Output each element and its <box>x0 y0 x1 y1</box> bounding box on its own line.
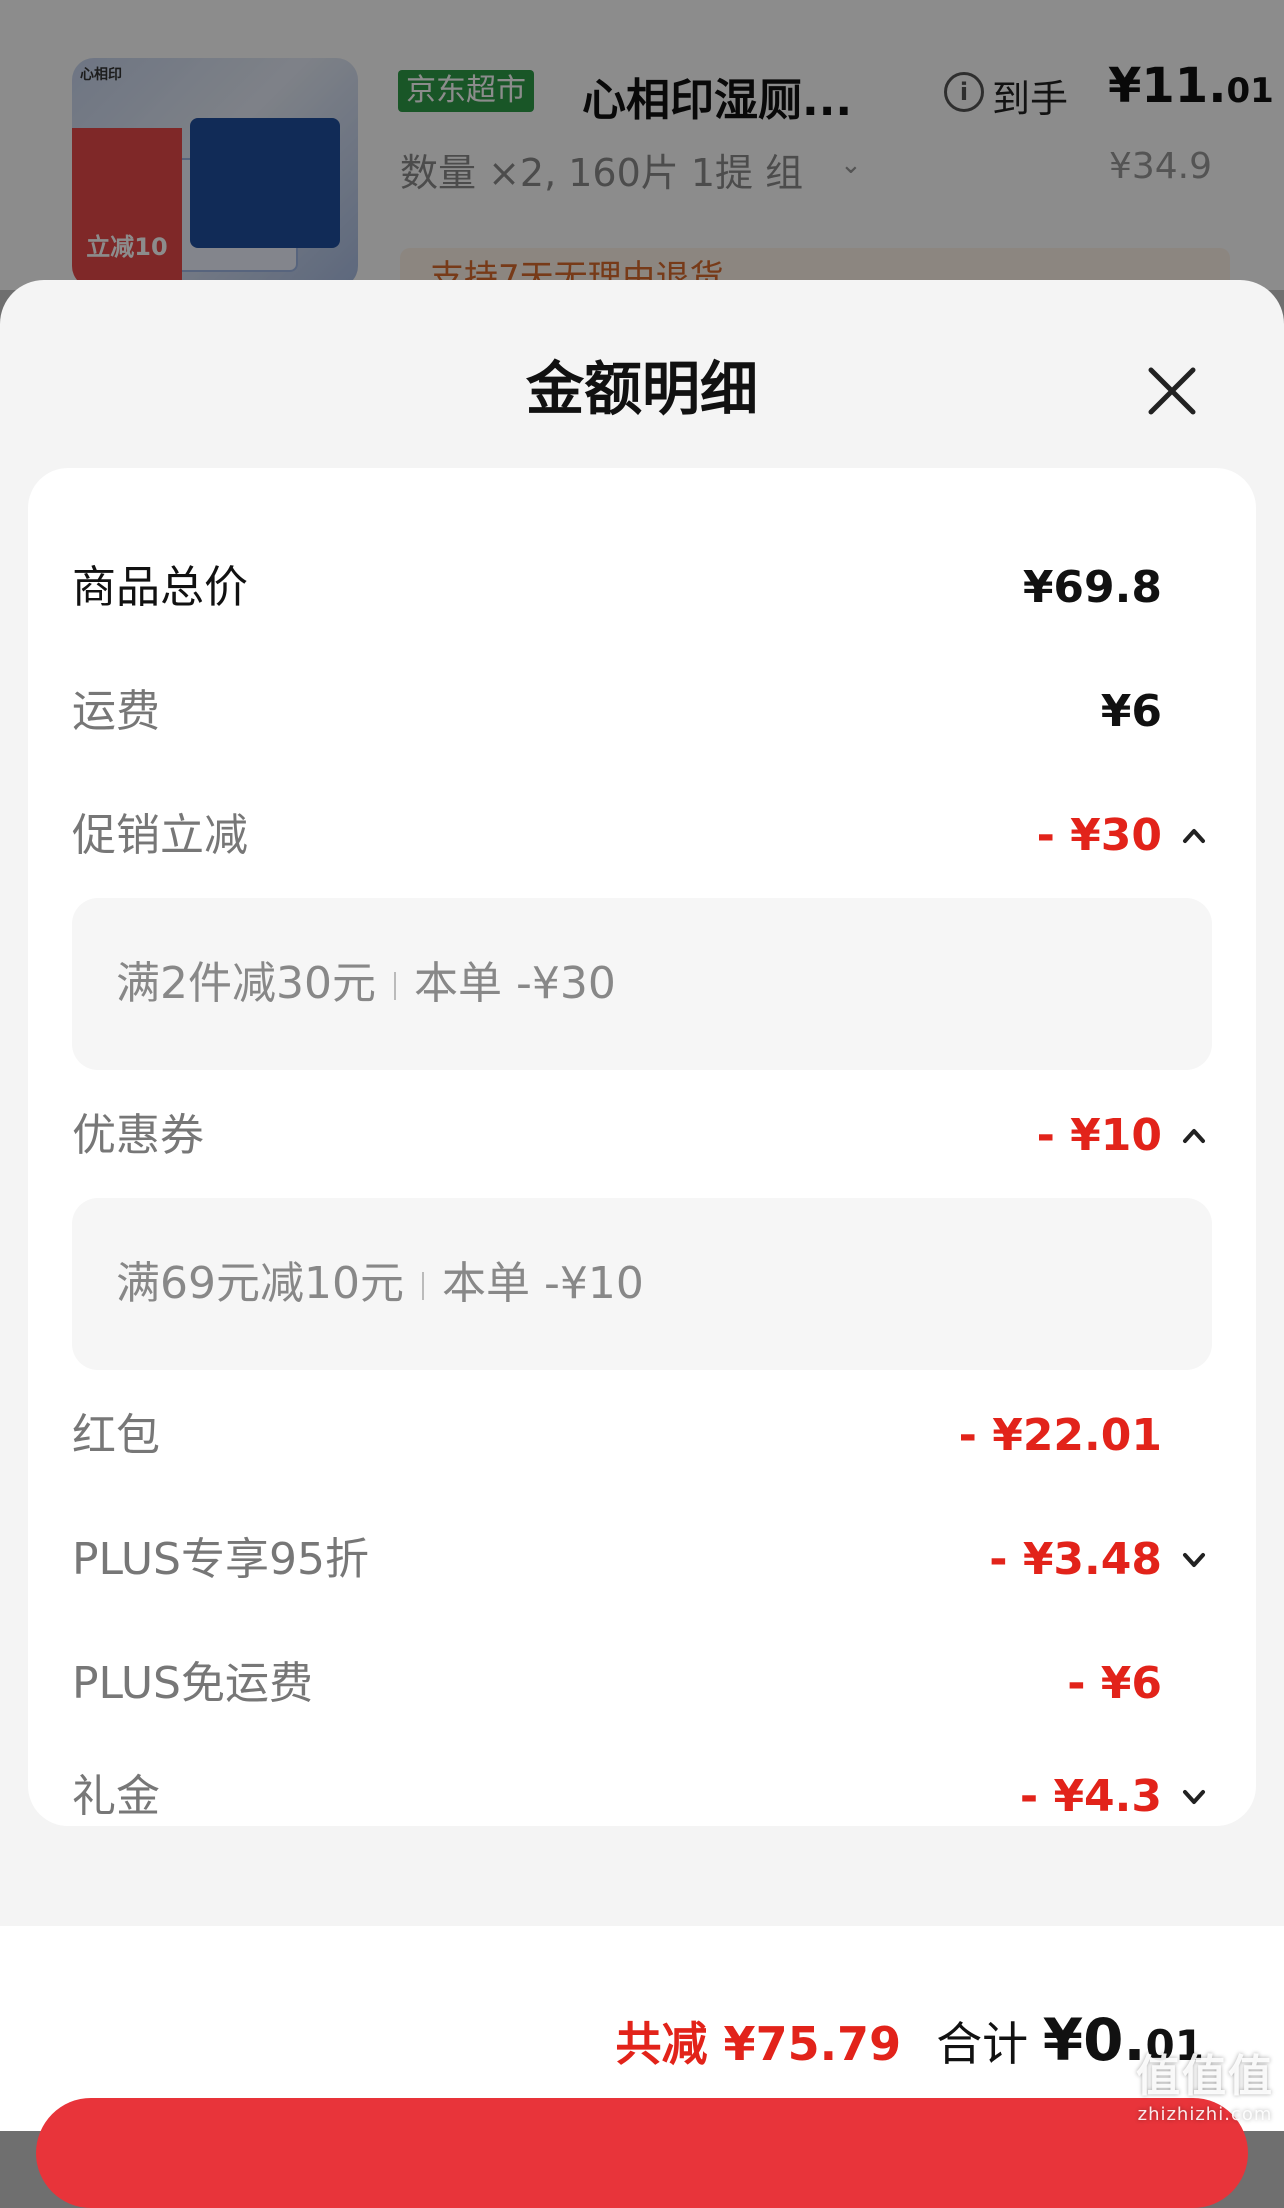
row-plus-discount[interactable]: PLUS专享95折 - ¥3.48 <box>72 1520 1212 1600</box>
plus-discount-label: PLUS专享95折 <box>72 1534 369 1585</box>
row-red-packet: 红包 - ¥22.01 <box>72 1396 1212 1476</box>
chevron-down-icon[interactable] <box>1176 1779 1212 1815</box>
watermark-logo: 值值值 zhizhizhi.com <box>1136 2040 1274 2125</box>
chevron-up-icon[interactable] <box>1176 818 1212 854</box>
submit-order-button[interactable] <box>36 2098 1248 2208</box>
gift-money-label: 礼金 <box>72 1771 160 1822</box>
close-icon[interactable] <box>1145 364 1199 418</box>
promo-discount-amount: - ¥30 <box>1036 810 1162 861</box>
coupon-detail-value: 本单 -¥10 <box>441 1258 644 1309</box>
row-plus-free-shipping: PLUS免运费 - ¥6 <box>72 1644 1212 1724</box>
gift-money-amount: - ¥4.3 <box>1019 1771 1162 1822</box>
shipping-amount: ¥6 <box>1100 686 1162 737</box>
red-packet-amount: - ¥22.01 <box>958 1410 1162 1461</box>
detail-separator <box>393 972 396 1000</box>
promo-detail-rule: 满2件减30元 <box>116 958 376 1009</box>
promo-detail-box: 满2件减30元 本单 -¥30 <box>72 898 1212 1070</box>
goods-total-label: 商品总价 <box>72 562 248 613</box>
goods-total-amount: ¥69.8 <box>1022 562 1162 613</box>
coupon-detail-text: 满69元减10元 本单 -¥10 <box>116 1198 644 1370</box>
coupon-label: 优惠券 <box>72 1110 204 1161</box>
chevron-up-icon[interactable] <box>1176 1118 1212 1154</box>
watermark-main: 值值值 <box>1136 2051 1274 2102</box>
coupon-detail-box: 满69元减10元 本单 -¥10 <box>72 1198 1212 1370</box>
row-gift-money[interactable]: 礼金 - ¥4.3 <box>72 1768 1212 1826</box>
sheet-title: 金额明细 <box>525 355 758 423</box>
promo-discount-label: 促销立减 <box>72 810 248 861</box>
shipping-label: 运费 <box>72 686 160 737</box>
plus-free-shipping-label: PLUS免运费 <box>72 1658 313 1709</box>
row-coupon[interactable]: 优惠券 - ¥10 <box>72 1096 1212 1176</box>
row-shipping: 运费 ¥6 <box>72 672 1212 752</box>
price-detail-sheet: 金额明细 商品总价 ¥69.8 运费 ¥6 促销立减 - ¥30 满2件减30元… <box>0 280 1284 2131</box>
coupon-amount: - ¥10 <box>1036 1110 1162 1161</box>
watermark-sub: zhizhizhi.com <box>1137 2104 1273 2125</box>
row-promo-discount[interactable]: 促销立减 - ¥30 <box>72 796 1212 876</box>
modal-backdrop[interactable] <box>0 0 1284 290</box>
total-label: 合计 <box>936 2017 1043 2071</box>
row-goods-total: 商品总价 ¥69.8 <box>72 548 1212 628</box>
chevron-down-icon[interactable] <box>1176 1542 1212 1578</box>
price-breakdown-card: 商品总价 ¥69.8 运费 ¥6 促销立减 - ¥30 满2件减30元 本单 -¥… <box>28 468 1256 1826</box>
promo-detail-text: 满2件减30元 本单 -¥30 <box>116 898 616 1070</box>
detail-separator <box>421 1272 424 1300</box>
total-amount-main: ¥0. <box>1042 2006 1146 2074</box>
promo-detail-value: 本单 -¥30 <box>413 958 616 1009</box>
red-packet-label: 红包 <box>72 1410 160 1461</box>
background-product-card: 心相印 立减10 京东超市 心相印湿厕... i 到手 ¥11.01 数量 ×2… <box>0 0 1284 308</box>
plus-discount-amount: - ¥3.48 <box>989 1534 1162 1585</box>
coupon-detail-rule: 满69元减10元 <box>116 1258 404 1309</box>
total-summary: 共减 ¥75.79 合计 ¥0.01 <box>616 2006 1204 2074</box>
total-saved: 共减 ¥75.79 <box>615 2017 902 2071</box>
plus-free-shipping-amount: - ¥6 <box>1067 1658 1162 1709</box>
